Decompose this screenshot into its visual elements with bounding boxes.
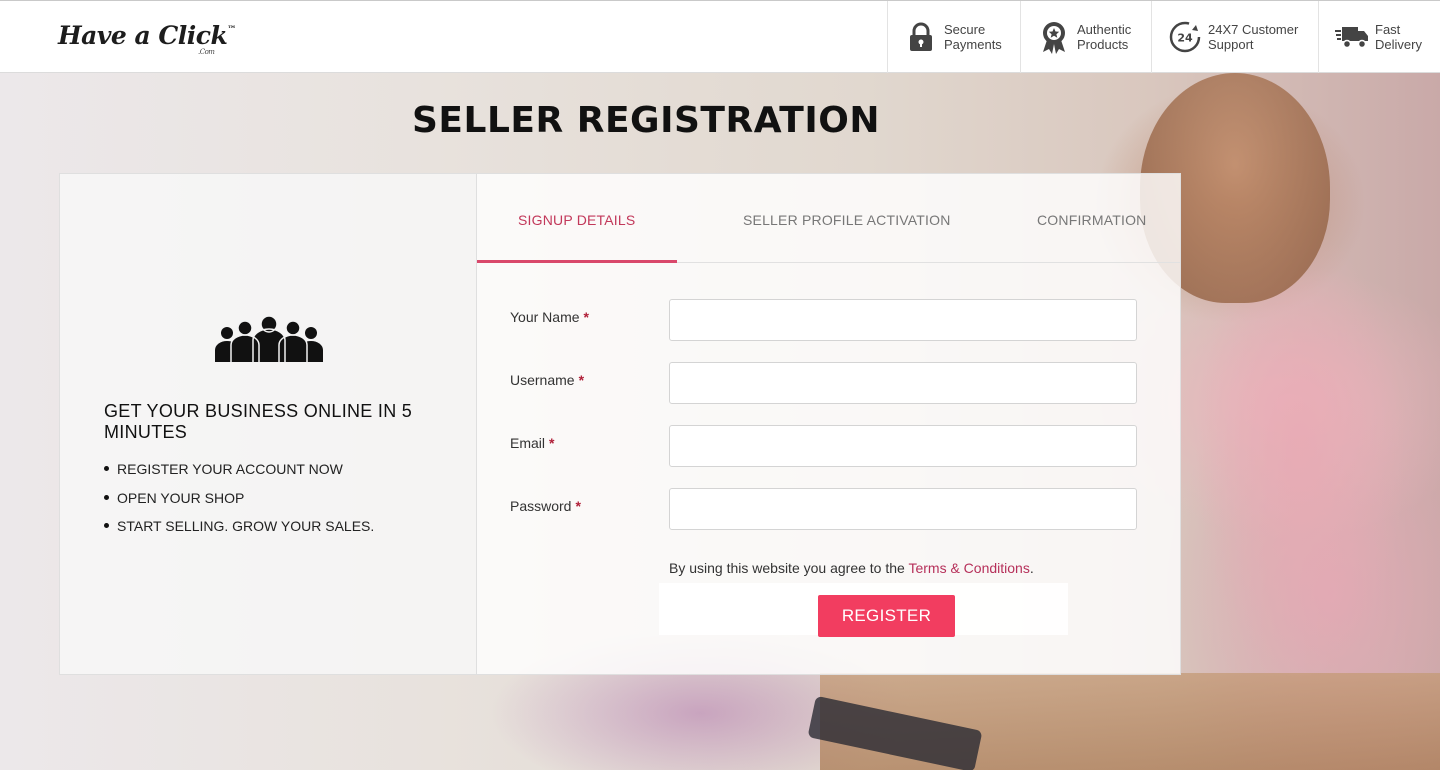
active-tab-indicator bbox=[477, 260, 677, 263]
feature-line2: Payments bbox=[944, 37, 1002, 52]
feature-strip: Secure Payments Authentic Products 24 24X7… bbox=[887, 1, 1440, 73]
promo-panel: GET YOUR BUSINESS ONLINE IN 5 MINUTES RE… bbox=[59, 173, 477, 675]
required-marker: * bbox=[578, 372, 585, 388]
tab-confirmation[interactable]: CONFIRMATION bbox=[1037, 212, 1146, 228]
feature-line2: Delivery bbox=[1375, 37, 1422, 52]
terms-notice: By using this website you agree to the T… bbox=[669, 560, 1034, 576]
promo-list: REGISTER YOUR ACCOUNT NOW OPEN YOUR SHOP… bbox=[104, 462, 374, 548]
promo-title: GET YOUR BUSINESS ONLINE IN 5 MINUTES bbox=[104, 401, 413, 442]
delivery-truck-icon bbox=[1335, 20, 1369, 54]
terms-link[interactable]: Terms & Conditions bbox=[908, 560, 1029, 576]
logo-trademark: ™ bbox=[227, 25, 236, 35]
feature-line2: Products bbox=[1077, 37, 1129, 52]
feature-line1: Fast bbox=[1375, 22, 1401, 37]
terms-prefix: By using this website you agree to the bbox=[669, 560, 909, 576]
password-label: Password * bbox=[510, 498, 581, 514]
field-label-text: Your Name bbox=[510, 309, 580, 325]
email-label: Email * bbox=[510, 435, 554, 451]
logo-text: Have a Click bbox=[58, 21, 228, 50]
tab-seller-profile-activation[interactable]: SELLER PROFILE ACTIVATION bbox=[743, 212, 951, 228]
required-marker: * bbox=[549, 435, 555, 451]
field-label-text: Email bbox=[510, 435, 546, 451]
promo-list-item: START SELLING. GROW YOUR SALES. bbox=[104, 519, 374, 533]
registration-steps-tabs: SIGNUP DETAILS SELLER PROFILE ACTIVATION… bbox=[477, 174, 1180, 263]
feature-line1: Secure bbox=[944, 22, 986, 37]
feature-fast-delivery: Fast Delivery bbox=[1318, 1, 1440, 73]
tab-signup-details[interactable]: SIGNUP DETAILS bbox=[518, 212, 635, 228]
lock-icon bbox=[904, 20, 938, 54]
group-people-icon bbox=[213, 315, 325, 367]
feature-line1: 24X7 Customer bbox=[1208, 22, 1299, 37]
registration-form-panel: SIGNUP DETAILS SELLER PROFILE ACTIVATION… bbox=[477, 173, 1181, 675]
register-button[interactable]: REGISTER bbox=[818, 595, 955, 637]
your-name-label: Your Name * bbox=[510, 309, 589, 325]
required-marker: * bbox=[583, 309, 589, 325]
feature-customer-support: 24 24X7 Customer Support bbox=[1151, 1, 1318, 73]
register-button-area: REGISTER bbox=[659, 583, 1068, 637]
field-label-text: Password bbox=[510, 498, 572, 514]
your-name-input[interactable] bbox=[669, 299, 1137, 341]
24-hour-support-icon: 24 bbox=[1168, 20, 1202, 54]
username-label: Username * bbox=[510, 372, 584, 388]
feature-line1: Authentic bbox=[1077, 22, 1132, 37]
page-title: SELLER REGISTRATION bbox=[412, 100, 880, 141]
feature-line2: Support bbox=[1208, 37, 1254, 52]
feature-secure-payments: Secure Payments bbox=[887, 1, 1020, 73]
award-badge-icon bbox=[1037, 20, 1071, 54]
username-input[interactable] bbox=[669, 362, 1137, 404]
email-input[interactable] bbox=[669, 425, 1137, 467]
svg-text:24: 24 bbox=[1177, 32, 1193, 45]
promo-list-item: REGISTER YOUR ACCOUNT NOW bbox=[104, 462, 374, 476]
password-input[interactable] bbox=[669, 488, 1137, 530]
feature-authentic-products: Authentic Products bbox=[1020, 1, 1151, 73]
field-label-text: Username bbox=[510, 372, 575, 388]
site-logo[interactable]: Have a Click™ .Com bbox=[58, 21, 236, 56]
terms-suffix: . bbox=[1029, 560, 1034, 576]
required-marker: * bbox=[575, 498, 581, 514]
promo-list-item: OPEN YOUR SHOP bbox=[104, 491, 374, 505]
logo-subtext: .Com bbox=[198, 48, 215, 56]
site-header: Have a Click™ .Com Secure Payments Authen… bbox=[0, 0, 1440, 73]
